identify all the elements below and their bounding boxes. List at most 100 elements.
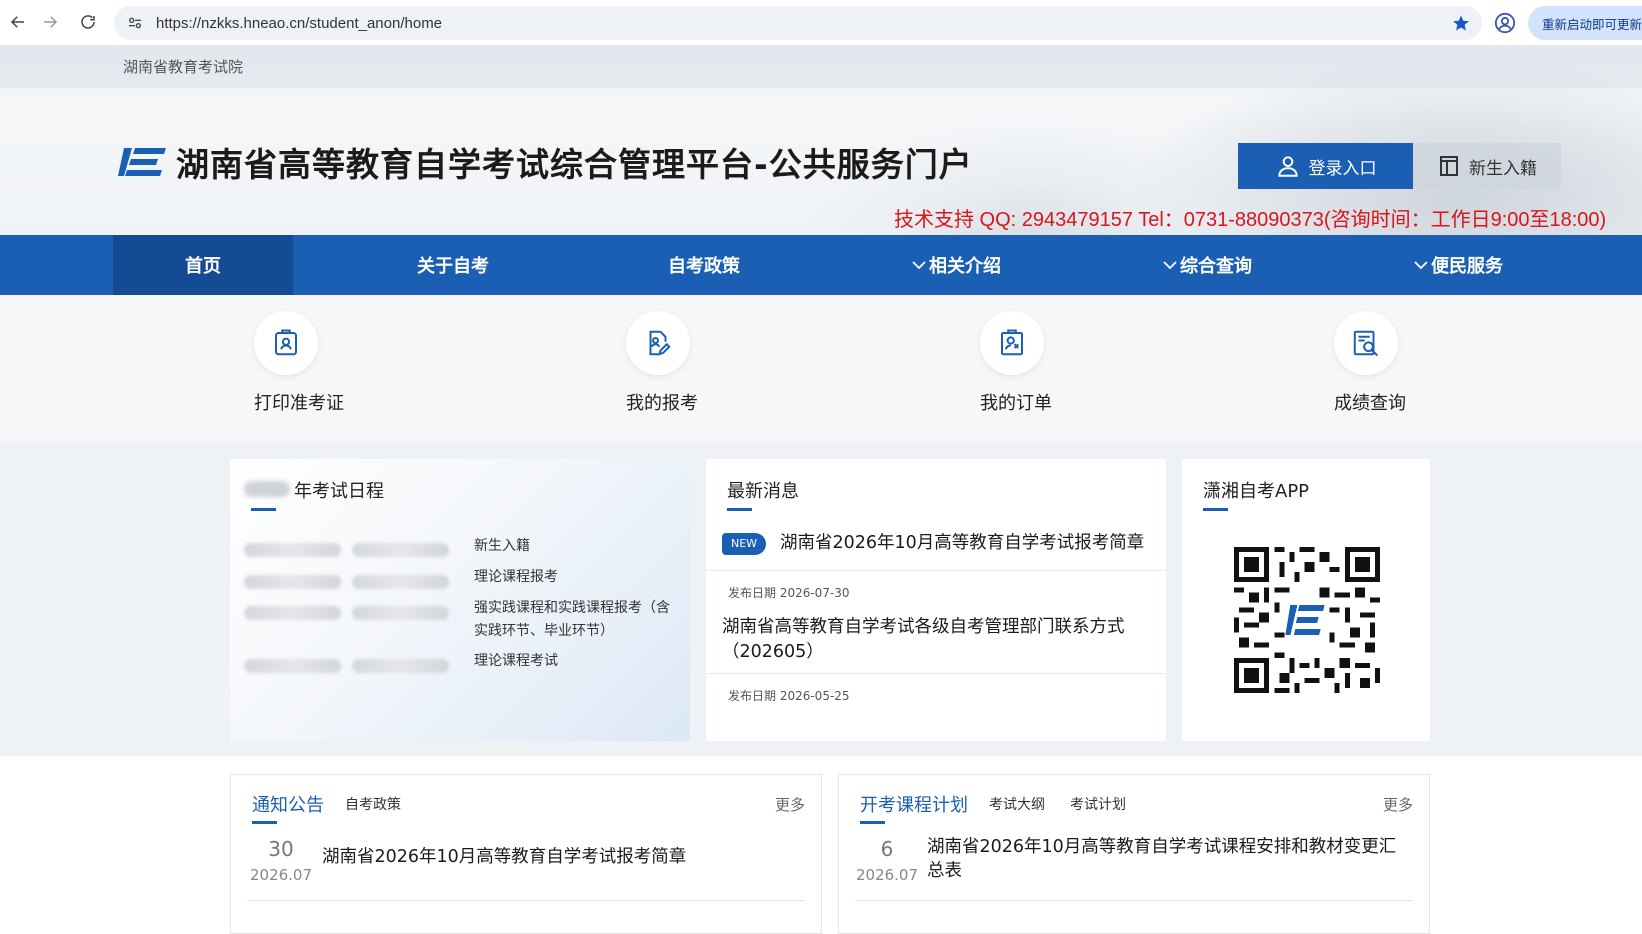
- notice-item-title[interactable]: 湖南省2026年10月高等教育自学考试报考简章: [322, 845, 802, 869]
- login-button[interactable]: 登录入口: [1238, 143, 1413, 189]
- print-admission-ticket[interactable]: 打印准考证: [254, 311, 394, 415]
- restart-update-button[interactable]: 重新启动即可更新: [1528, 6, 1642, 40]
- news-item[interactable]: 湖南省高等教育自学考试各级自考管理部门联系方式（202605）: [722, 615, 1142, 665]
- clipboard-user-icon: [980, 311, 1044, 375]
- nav-policy-label: 自考政策: [668, 256, 740, 277]
- redacted-date: [244, 606, 341, 620]
- chevron-down-icon: [1163, 261, 1177, 270]
- arrow-left-icon: [10, 16, 24, 28]
- nav-intro[interactable]: 相关介绍: [866, 235, 1046, 295]
- tab-notices[interactable]: 通知公告: [252, 791, 324, 817]
- redacted-date: [244, 659, 341, 673]
- divider: [855, 900, 1413, 901]
- my-registration-label: 我的报考: [626, 393, 698, 414]
- more-link[interactable]: 更多: [775, 794, 805, 815]
- reload-button[interactable]: [70, 4, 106, 40]
- divider: [706, 570, 1166, 571]
- hneao-logo-icon: [118, 148, 166, 176]
- schedule-title: 年考试日程: [294, 481, 384, 502]
- app-download-card: 潇湘自考APP: [1182, 459, 1430, 741]
- tab-course-plan[interactable]: 开考课程计划: [860, 791, 968, 817]
- news-item-date: 发布日期 2026-07-30: [728, 586, 850, 600]
- back-button[interactable]: [0, 4, 36, 40]
- url-text: https://nzkks.hneao.cn/student_anon/home: [156, 14, 443, 32]
- my-orders-label: 我的订单: [980, 393, 1052, 414]
- support-contact: 技术支持 QQ: 2943479157 Tel：0731-88090373(咨询…: [894, 209, 1607, 231]
- chevron-down-icon: [912, 261, 926, 270]
- enroll-button[interactable]: 新生入籍: [1413, 143, 1561, 189]
- tab-policy[interactable]: 自考政策: [345, 794, 401, 814]
- arrow-right-icon: [44, 16, 58, 28]
- schedule-event: 强实践课程和实践课程报考（含实践环节、毕业环节）: [474, 600, 670, 639]
- divider: [706, 673, 1166, 674]
- id-badge-icon: [254, 311, 318, 375]
- nav-policy[interactable]: 自考政策: [614, 235, 794, 295]
- news-item[interactable]: NEW 湖南省2026年10月高等教育自学考试报考简章: [722, 531, 1154, 556]
- active-tab-underline: [252, 821, 277, 824]
- qr-code-icon: [1234, 547, 1380, 693]
- new-badge: NEW: [722, 532, 766, 555]
- notice-month: 2026.07: [249, 866, 313, 884]
- profile-icon[interactable]: [1494, 12, 1516, 34]
- redacted-date: [352, 606, 449, 620]
- chevron-down-icon: [1414, 261, 1428, 270]
- nav-service[interactable]: 便民服务: [1368, 235, 1548, 295]
- title-underline: [1203, 508, 1228, 511]
- redacted-date: [352, 659, 449, 673]
- score-query[interactable]: 成绩查询: [1334, 311, 1474, 415]
- nav-query-label: 综合查询: [1180, 256, 1252, 277]
- score-query-label: 成绩查询: [1334, 393, 1406, 414]
- exam-schedule-card: 年考试日程 新生入籍 理论课程报考 强实践课程和实践课程报考（含实践环节、毕业环…: [230, 459, 690, 741]
- news-item-title: 湖南省2026年10月高等教育自学考试报考简章: [780, 533, 1145, 553]
- address-bar[interactable]: https://nzkks.hneao.cn/student_anon/home: [114, 6, 1482, 40]
- browser-toolbar: https://nzkks.hneao.cn/student_anon/home…: [0, 0, 1642, 46]
- nav-home[interactable]: 首页: [113, 235, 293, 295]
- bookmark-star-icon[interactable]: [1452, 14, 1470, 32]
- bottom-section: 通知公告 自考政策 更多 30 2026.07 湖南省2026年10月高等教育自…: [0, 756, 1642, 934]
- nav-about[interactable]: 关于自考: [363, 235, 543, 295]
- notice-day: 30: [268, 837, 294, 861]
- active-tab-underline: [860, 821, 885, 824]
- schedule-event: 新生入籍: [474, 538, 530, 554]
- nav-intro-label: 相关介绍: [929, 256, 1001, 277]
- redacted-date: [352, 575, 449, 589]
- print-admission-label: 打印准考证: [254, 393, 344, 414]
- news-title: 最新消息: [727, 481, 799, 502]
- quick-actions: 打印准考证 我的报考 我的订单 成绩查询: [0, 295, 1642, 441]
- notice-panel: 通知公告 自考政策 更多 30 2026.07 湖南省2026年10月高等教育自…: [230, 774, 822, 934]
- redacted-date: [352, 543, 449, 557]
- app-title: 潇湘自考APP: [1203, 481, 1310, 502]
- tab-exam-plan[interactable]: 考试计划: [1070, 794, 1126, 814]
- info-section: 年考试日程 新生入籍 理论课程报考 强实践课程和实践课程报考（含实践环节、毕业环…: [0, 441, 1642, 756]
- main-navigation: 首页 关于自考 自考政策 相关介绍 综合查询 便民服务: [0, 235, 1642, 295]
- tab-syllabus[interactable]: 考试大纲: [989, 794, 1045, 814]
- title-underline: [251, 508, 276, 511]
- schedule-event: 理论课程考试: [474, 653, 558, 669]
- my-orders[interactable]: 我的订单: [980, 311, 1120, 415]
- news-item-date: 发布日期 2026-05-25: [728, 689, 850, 703]
- divider: [247, 900, 805, 901]
- org-name: 湖南省教育考试院: [123, 58, 244, 76]
- more-link[interactable]: 更多: [1383, 794, 1413, 815]
- site-title: 湖南省高等教育自学考试综合管理平台-公共服务门户: [176, 145, 973, 184]
- course-item-title[interactable]: 湖南省2026年10月高等教育自学考试课程安排和教材变更汇总表: [927, 835, 1413, 883]
- enroll-label: 新生入籍: [1469, 158, 1537, 179]
- nav-query[interactable]: 综合查询: [1117, 235, 1297, 295]
- user-icon: [1277, 156, 1298, 177]
- schedule-event: 理论课程报考: [474, 569, 558, 585]
- latest-news-card: 最新消息 NEW 湖南省2026年10月高等教育自学考试报考简章 发布日期 202…: [706, 459, 1166, 741]
- book-icon: [1440, 156, 1458, 176]
- site-header: 湖南省教育考试院 湖南省高等教育自学考试综合管理平台-公共服务门户 登录入口 新…: [0, 46, 1642, 235]
- edit-document-icon: [626, 311, 690, 375]
- site-settings-icon[interactable]: [124, 12, 146, 34]
- course-month: 2026.07: [855, 866, 919, 884]
- my-registration[interactable]: 我的报考: [626, 311, 766, 415]
- forward-button[interactable]: [32, 4, 68, 40]
- course-plan-panel: 开考课程计划 考试大纲 考试计划 更多 6 2026.07 湖南省2026年10…: [838, 774, 1430, 934]
- redacted-date: [244, 575, 341, 589]
- redacted-date: [244, 543, 341, 557]
- title-underline: [727, 508, 752, 511]
- nav-home-label: 首页: [185, 256, 221, 277]
- course-day: 6: [880, 837, 894, 861]
- login-label: 登录入口: [1308, 158, 1377, 179]
